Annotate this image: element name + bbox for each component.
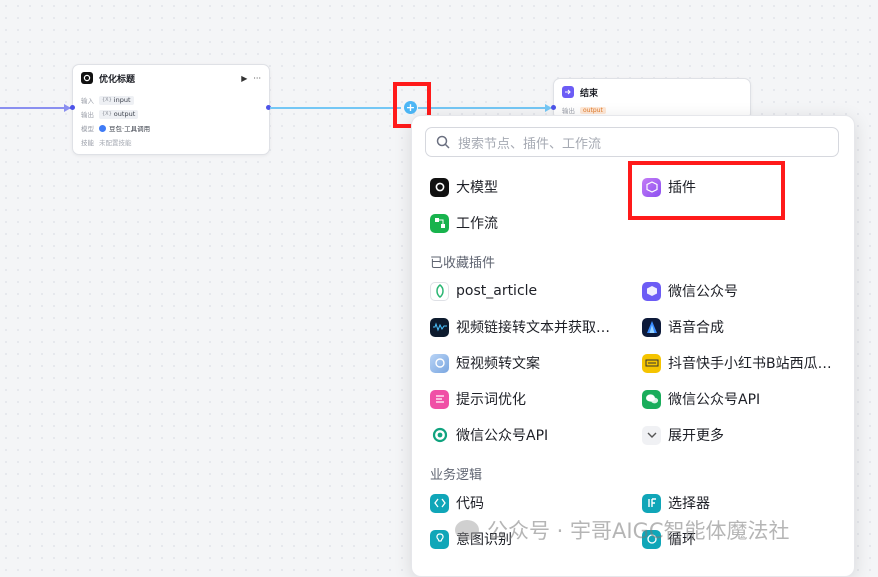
highlight-box-plugin (628, 161, 785, 220)
plugin-item[interactable]: 微信公众号API (642, 388, 760, 410)
connection-edge (270, 107, 401, 109)
plugin-item[interactable]: 微信公众号API (430, 424, 548, 446)
ticket-icon (642, 353, 661, 373)
logic-item-code[interactable]: 代码 (430, 492, 484, 514)
more-options-icon[interactable]: ··· (253, 74, 261, 83)
plugin-item[interactable]: post_article (430, 280, 537, 302)
end-node[interactable]: 结束 输出 output (553, 78, 751, 120)
output-chip: {X} output (99, 109, 139, 119)
cube-icon (642, 281, 661, 301)
node-header: 结束 (554, 79, 750, 105)
search-icon (436, 135, 450, 149)
workflow-icon (430, 213, 449, 233)
node-title: 优化标题 (99, 74, 136, 85)
expand-more-button[interactable]: 展开更多 (642, 424, 724, 446)
llm-icon (430, 177, 449, 197)
connection-edge (418, 107, 546, 109)
end-node-input-port[interactable] (551, 105, 556, 110)
model-icon (99, 124, 106, 132)
plugin-item[interactable]: 抖音快手小红书B站西瓜… (642, 352, 832, 374)
section-title-favorites: 已收藏插件 (430, 256, 496, 271)
input-chip: {X} input (99, 95, 134, 105)
llm-node-optimize-title[interactable]: 优化标题 ▶ ··· 输入 {X} input 输出 {X} output 模型 豆… (72, 64, 270, 155)
node-skill-row: 技能 未配置技能 (81, 139, 132, 147)
incoming-edge (0, 107, 72, 109)
audio-icon (642, 317, 661, 337)
search-input[interactable]: 搜索节点、插件、工作流 (458, 133, 601, 152)
node-model-row: 模型 豆包·工具调用 (81, 124, 151, 133)
plugin-item[interactable]: 语音合成 (642, 316, 724, 338)
intent-icon (430, 529, 449, 549)
end-node-icon (562, 86, 574, 98)
clip-icon (430, 353, 449, 373)
menu-item-workflow[interactable]: 工作流 (430, 212, 498, 234)
code-icon (430, 493, 449, 513)
node-output-row: 输出 {X} output (73, 107, 269, 121)
node-input-row: 输入 {X} input (73, 93, 269, 107)
wechat-watermark-icon (455, 520, 479, 540)
plugin-item[interactable]: 提示词优化 (430, 388, 526, 410)
watermark: 公众号 · 宇哥AIGC智能体魔法社 (455, 515, 790, 545)
openai-icon (430, 425, 449, 445)
node-title: 结束 (580, 88, 599, 99)
menu-item-llm[interactable]: 大模型 (430, 176, 498, 198)
video-icon (430, 317, 449, 337)
chevron-down-icon (642, 425, 661, 445)
node1-input-port[interactable] (70, 105, 75, 110)
search-box[interactable]: 搜索节点、插件、工作流 (425, 127, 839, 157)
logic-item-selector[interactable]: 选择器 (642, 492, 710, 514)
leaf-icon (430, 281, 449, 301)
if-icon (642, 493, 661, 513)
workflow-canvas[interactable]: 优化标题 ▶ ··· 输入 {X} input 输出 {X} output 模型 豆… (0, 0, 878, 577)
prompt-icon (430, 389, 449, 409)
section-title-logic: 业务逻辑 (430, 468, 483, 483)
end-node-output-row: 输出 output (554, 105, 750, 115)
plugin-item[interactable]: 微信公众号 (642, 280, 738, 302)
llm-node-icon (81, 72, 93, 84)
plugin-item[interactable]: 视频链接转文本并获取… (430, 316, 610, 338)
node-header: 优化标题 ▶ ··· (73, 65, 269, 91)
wechat-icon (642, 389, 661, 409)
run-node-icon[interactable]: ▶ (241, 74, 247, 83)
plugin-item[interactable]: 短视频转文案 (430, 352, 540, 374)
